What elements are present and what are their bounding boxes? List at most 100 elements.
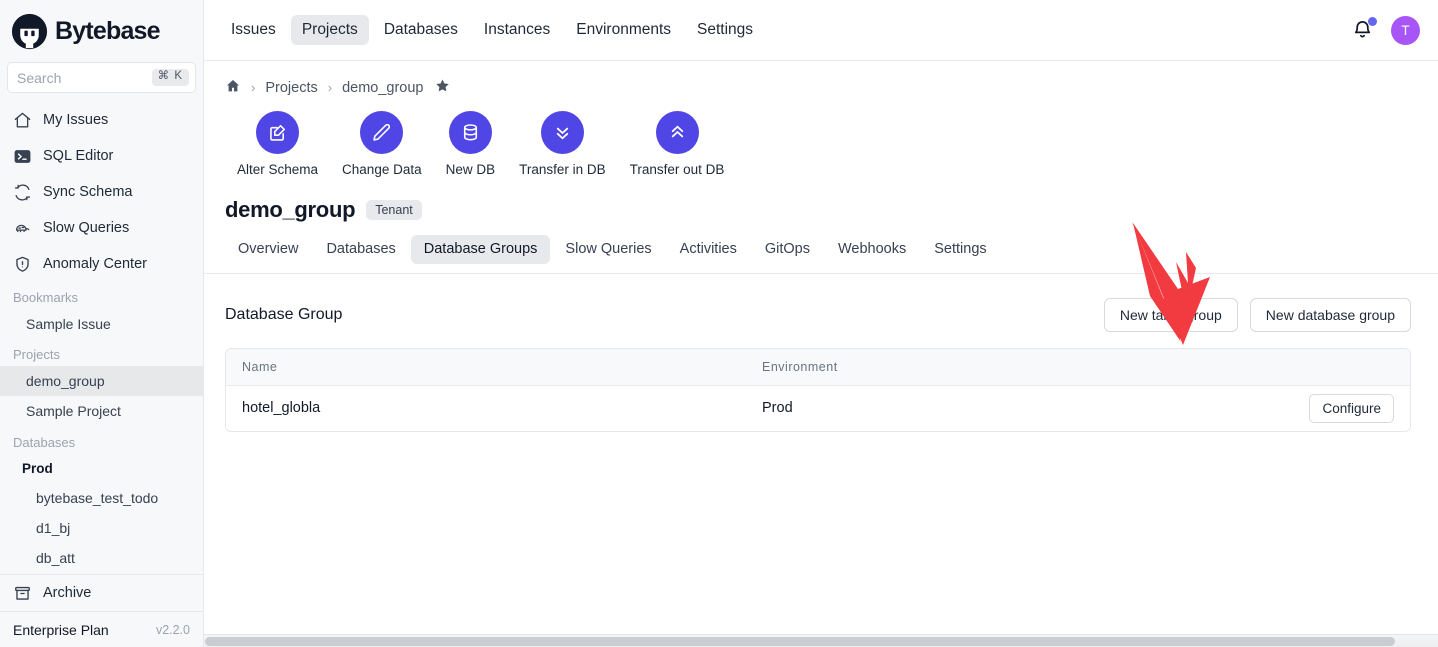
status-badge: Tenant [366,199,422,221]
tab-overview[interactable]: Overview [225,235,311,264]
sidebar-item-sample-issue[interactable]: Sample Issue [0,309,203,339]
chevrons-down-icon [540,111,584,154]
sidebar-item-label: Sync Schema [43,184,133,200]
project-tabs: Overview Databases Database Groups Slow … [204,223,1438,274]
main-content: Issues Projects Databases Instances Envi… [204,0,1438,647]
action-label: Change Data [342,162,422,177]
sidebar-item-label: Archive [43,585,92,601]
tab-slow-queries[interactable]: Slow Queries [552,235,664,264]
tab-settings[interactable]: Settings [686,15,764,45]
archive-box-icon [13,584,32,603]
table-row[interactable]: hotel_globla Prod Configure [226,385,1410,431]
action-new-db[interactable]: New DB [434,111,508,177]
section-title: Database Group [225,305,343,323]
tab-webhooks[interactable]: Webhooks [825,235,919,264]
column-header-environment: Environment [746,348,1260,386]
edit-square-icon [256,111,300,154]
breadcrumb: › Projects › demo_group [204,61,1438,98]
home-icon[interactable] [225,78,241,98]
database-group-table: Name Environment hotel_globla Prod Confi… [225,347,1411,432]
sidebar-item-label: My Issues [43,112,109,128]
turtle-icon [13,219,32,238]
chevrons-up-icon [655,111,699,154]
sidebar-item-prod[interactable]: Prod [0,454,203,484]
top-right-controls: T [1351,15,1420,45]
breadcrumb-projects[interactable]: Projects [265,80,317,96]
sidebar-group-title-bookmarks: Bookmarks [13,290,79,305]
breadcrumb-current: demo_group [342,79,424,96]
tab-gitops[interactable]: GitOps [752,235,823,264]
table-header-row: Name Environment [226,348,1410,386]
new-database-group-button[interactable]: New database group [1249,297,1411,332]
sidebar-item-sync-schema[interactable]: Sync Schema [0,174,203,210]
cell-name: hotel_globla [226,385,746,431]
sidebar-item-anomaly-center[interactable]: Anomaly Center [0,246,203,282]
sidebar-item-db-att[interactable]: db_att [0,543,203,573]
star-filled-icon[interactable] [434,77,451,98]
action-alter-schema[interactable]: Alter Schema [225,111,330,177]
brand-logo[interactable]: Bytebase [0,0,203,62]
search-placeholder: Search [17,69,62,86]
page-title: demo_group [225,197,356,222]
sidebar-item-sql-editor[interactable]: SQL Editor [0,138,203,174]
cell-environment: Prod [746,385,1260,431]
plan-bar[interactable]: Enterprise Plan v2.2.0 [0,611,203,647]
terminal-icon [13,147,32,166]
horizontal-scrollbar[interactable] [204,634,1438,647]
app-root: Bytebase Search ⌘ K My Issues SQL Editor… [0,0,1438,647]
tab-activities[interactable]: Activities [667,235,750,264]
sidebar-group-title-projects: Projects [13,347,60,363]
page-scroll-area: › Projects › demo_group Alter Schema Cha… [204,61,1438,647]
sidebar-item-label: Anomaly Center [43,256,147,272]
tab-databases[interactable]: Databases [313,235,408,264]
sidebar-item-label: SQL Editor [43,148,114,164]
database-icon [448,111,492,154]
plan-name: Enterprise Plan [13,621,109,638]
tab-projects[interactable]: Projects [290,15,369,45]
tab-issues[interactable]: Issues [220,15,287,45]
sidebar-item-archive[interactable]: Archive [0,574,203,611]
sidebar-item-sample-project[interactable]: Sample Project [0,396,203,426]
sidebar-group-title-databases: Databases [13,434,76,450]
avatar[interactable]: T [1391,15,1420,45]
sidebar-item-bytebase-test-todo[interactable]: bytebase_test_todo [0,483,203,513]
tab-databases[interactable]: Databases [373,15,469,45]
notification-bell-icon[interactable] [1351,17,1377,42]
tab-settings[interactable]: Settings [921,235,999,264]
plan-version: v2.2.0 [155,622,190,637]
sidebar-item-demo-group[interactable]: demo_group [0,366,203,397]
sidebar-item-label: Slow Queries [43,220,130,236]
action-transfer-in-db[interactable]: Transfer in DB [507,111,618,177]
column-header-actions [1260,348,1410,386]
top-navigation-bar: Issues Projects Databases Instances Envi… [204,0,1438,61]
notification-badge-dot [1368,17,1377,26]
tab-instances[interactable]: Instances [473,15,561,45]
new-table-group-button[interactable]: New table group [1103,297,1238,332]
sidebar-nav: My Issues SQL Editor Sync Schema Slow Qu… [0,102,203,282]
top-nav-items: Issues Projects Databases Instances Envi… [220,15,764,45]
configure-button[interactable]: Configure [1309,393,1394,423]
action-transfer-out-db[interactable]: Transfer out DB [618,111,737,177]
section-header: Database Group New table group New datab… [204,274,1438,332]
cell-actions: Configure [1260,385,1410,431]
action-label: New DB [445,162,496,177]
search-container: Search ⌘ K [0,62,203,93]
breadcrumb-separator: › [327,80,333,95]
sidebar-item-my-issues[interactable]: My Issues [0,102,203,138]
sidebar-item-slow-queries[interactable]: Slow Queries [0,210,203,246]
action-label: Transfer out DB [629,162,725,177]
tab-environments[interactable]: Environments [565,15,682,45]
shield-alert-icon [13,255,32,274]
quick-actions: Alter Schema Change Data New DB Transfer… [204,98,1438,177]
breadcrumb-separator: › [251,80,256,95]
sidebar: Bytebase Search ⌘ K My Issues SQL Editor… [0,0,204,647]
brand-name: Bytebase [55,16,161,45]
action-change-data[interactable]: Change Data [330,111,434,177]
tab-database-groups[interactable]: Database Groups [410,235,551,264]
column-header-name: Name [226,348,746,386]
search-input[interactable]: Search ⌘ K [7,62,196,93]
scrollbar-thumb[interactable] [205,637,1395,646]
project-title-row: demo_group Tenant [204,177,1438,223]
sidebar-item-d1-bj[interactable]: d1_bj [0,513,203,543]
pencil-icon [360,111,404,154]
